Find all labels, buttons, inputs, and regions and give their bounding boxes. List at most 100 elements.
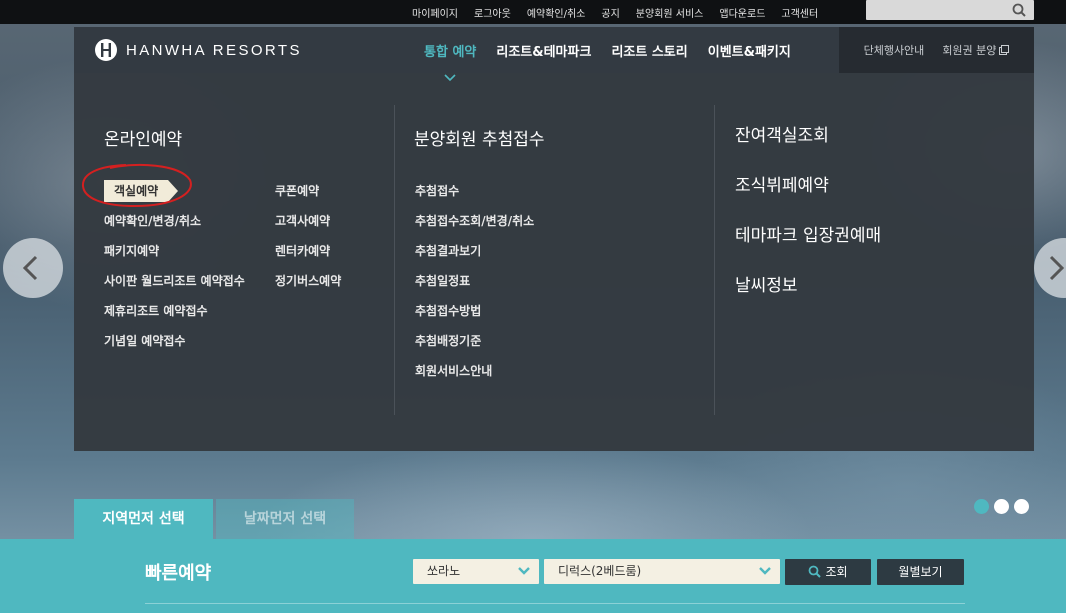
search-icon: [809, 565, 822, 578]
chevron-left-icon: [22, 255, 38, 281]
search-button[interactable]: 조회: [785, 559, 871, 585]
chevron-down-icon: [518, 567, 530, 575]
quick-reservation-title: 빠른예약: [145, 563, 212, 584]
utility-link-app-download[interactable]: 앱다운로드: [719, 5, 765, 20]
menu-item-regular-bus[interactable]: 정기버스예약: [275, 266, 341, 296]
lottery-check-link[interactable]: 추첨접수조회/변경/취소: [415, 214, 534, 228]
utility-link-logout[interactable]: 로그아웃: [474, 5, 511, 20]
themepark-ticket-link[interactable]: 테마파크 입장권예매: [735, 226, 881, 246]
lottery-list: 추첨접수 추첨접수조회/변경/취소 추첨결과보기 추첨일정표 추첨접수방법 추첨…: [415, 176, 534, 386]
external-link-icon: [999, 45, 1010, 55]
menu-item-member-service-guide[interactable]: 회원서비스안내: [415, 356, 534, 386]
carousel-dot[interactable]: [1014, 499, 1029, 514]
reservation-check-link[interactable]: 예약확인/변경/취소: [104, 214, 201, 228]
utility-link-customer-center[interactable]: 고객센터: [781, 5, 818, 20]
gnb-item-resort-story[interactable]: 리조트 스토리: [611, 41, 687, 60]
online-reservation-list-right: 쿠폰예약 고객사예약 렌터카예약 정기버스예약: [275, 176, 341, 296]
resort-select-value: 쏘라노: [427, 564, 461, 578]
gnb-item-integrated-reservation[interactable]: 통합 예약: [424, 41, 476, 60]
menu-item-rent-car[interactable]: 렌터카예약: [275, 236, 341, 266]
weather-link[interactable]: 날씨정보: [735, 276, 798, 296]
lottery-method-link[interactable]: 추첨접수방법: [415, 304, 481, 318]
room-type-select[interactable]: 디럭스(2베드룸): [544, 559, 780, 584]
menu-item-lottery-method[interactable]: 추첨접수방법: [415, 296, 534, 326]
member-service-guide-link[interactable]: 회원서비스안내: [415, 364, 492, 378]
menu-item-themepark-ticket[interactable]: 테마파크 입장권예매: [735, 221, 881, 271]
menu-item-lottery-schedule[interactable]: 추첨일정표: [415, 266, 534, 296]
menu-item-package-reservation[interactable]: 패키지예약: [104, 236, 245, 266]
menu-item-lottery-result[interactable]: 추첨결과보기: [415, 236, 534, 266]
utility-link-mypage[interactable]: 마이페이지: [412, 5, 458, 20]
membership-sale-link[interactable]: 회원권 분양: [942, 42, 1010, 58]
menu-item-room-reservation[interactable]: 객실예약: [104, 176, 245, 206]
room-type-select-value: 디럭스(2베드룸): [558, 564, 642, 578]
vacancy-link[interactable]: 잔여객실조회: [735, 126, 829, 146]
saipan-reservation-link[interactable]: 사이판 월드리조트 예약접수: [104, 274, 245, 288]
menu-item-coupon[interactable]: 쿠폰예약: [275, 176, 341, 206]
lottery-apply-link[interactable]: 추첨접수: [415, 184, 459, 198]
monthly-view-button[interactable]: 월별보기: [877, 559, 964, 585]
lottery-title: 분양회원 추첨접수: [414, 130, 545, 150]
tab-date-first[interactable]: 날짜먼저 선택: [216, 499, 354, 539]
chevron-down-icon: [759, 567, 771, 575]
online-reservation-list-left: 객실예약 예약확인/변경/취소 패키지예약 사이판 월드리조트 예약접수 제휴리…: [104, 176, 245, 356]
membership-sale-label: 회원권 분양: [942, 44, 997, 57]
rent-car-link[interactable]: 렌터카예약: [275, 244, 330, 258]
utility-link-reservation-check[interactable]: 예약확인/취소: [527, 5, 586, 20]
coupon-link[interactable]: 쿠폰예약: [275, 184, 319, 198]
carousel-dot[interactable]: [974, 499, 989, 514]
menu-item-weather[interactable]: 날씨정보: [735, 271, 881, 321]
menu-item-client-company[interactable]: 고객사예약: [275, 206, 341, 236]
menu-item-partner-resort[interactable]: 제휴리조트 예약접수: [104, 296, 245, 326]
chevron-down-icon: [444, 74, 456, 82]
package-reservation-link[interactable]: 패키지예약: [104, 244, 159, 258]
gnb-item-event-package[interactable]: 이벤트&패키지: [708, 41, 791, 60]
menu-item-anniversary[interactable]: 기념일 예약접수: [104, 326, 245, 356]
online-reservation-title: 온라인예약: [104, 130, 183, 150]
menu-item-lottery-check[interactable]: 추첨접수조회/변경/취소: [415, 206, 534, 236]
utility-links: 마이페이지 로그아웃 예약확인/취소 공지 분양회원 서비스 앱다운로드 고객센…: [404, 0, 826, 24]
menu-item-vacancy[interactable]: 잔여객실조회: [735, 121, 881, 171]
logo-text: HANWHA RESORTS: [126, 41, 302, 59]
carousel-prev-button[interactable]: [3, 238, 63, 298]
partner-resort-link[interactable]: 제휴리조트 예약접수: [104, 304, 208, 318]
resort-select[interactable]: 쏘라노: [413, 559, 539, 584]
tab-region-first[interactable]: 지역먼저 선택: [74, 499, 213, 539]
column-divider: [714, 105, 715, 415]
client-company-link[interactable]: 고객사예약: [275, 214, 330, 228]
regular-bus-link[interactable]: 정기버스예약: [275, 274, 341, 288]
search-input[interactable]: [866, 0, 1034, 20]
menu-item-reservation-check[interactable]: 예약확인/변경/취소: [104, 206, 245, 236]
anniversary-link[interactable]: 기념일 예약접수: [104, 334, 185, 348]
menu-item-lottery-apply[interactable]: 추첨접수: [415, 176, 534, 206]
menu-item-lottery-criteria[interactable]: 추첨배정기준: [415, 326, 534, 356]
other-services-list: 잔여객실조회 조식뷔페예약 테마파크 입장권예매 날씨정보: [735, 121, 881, 321]
chevron-right-icon: [1049, 255, 1065, 281]
room-reservation-link[interactable]: 객실예약: [104, 180, 179, 202]
menu-item-breakfast-buffet[interactable]: 조식뷔페예약: [735, 171, 881, 221]
hanwha-resorts-logo[interactable]: HANWHA RESORTS: [94, 38, 302, 62]
utility-link-member-service[interactable]: 분양회원 서비스: [636, 5, 704, 20]
carousel-pagination: [974, 499, 1034, 514]
mega-menu-panel: 온라인예약 객실예약 예약확인/변경/취소 패키지예약 사이판 월드리조트 예약…: [74, 73, 1034, 451]
quick-reservation-bar: 빠른예약 쏘라노 디럭스(2베드룸) 조회 월별보기: [0, 539, 1066, 613]
lottery-criteria-link[interactable]: 추첨배정기준: [415, 334, 481, 348]
utility-bar: 마이페이지 로그아웃 예약확인/취소 공지 분양회원 서비스 앱다운로드 고객센…: [0, 0, 1066, 24]
search-icon[interactable]: [1012, 3, 1026, 17]
lottery-result-link[interactable]: 추첨결과보기: [415, 244, 481, 258]
divider: [145, 603, 965, 604]
logo-mark-icon: [95, 39, 117, 61]
utility-link-notice[interactable]: 공지: [601, 5, 619, 20]
quick-reservation-tabs: 지역먼저 선택 날짜먼저 선택: [74, 499, 354, 539]
gnb-right-links: 단체행사안내 회원권 분양: [839, 27, 1034, 73]
lottery-schedule-link[interactable]: 추첨일정표: [415, 274, 470, 288]
gnb-item-resort-themepark[interactable]: 리조트&테마파크: [496, 41, 591, 60]
group-event-link[interactable]: 단체행사안내: [864, 42, 925, 58]
menu-item-saipan-reservation[interactable]: 사이판 월드리조트 예약접수: [104, 266, 245, 296]
search-button-label: 조회: [825, 565, 848, 579]
breakfast-buffet-link[interactable]: 조식뷔페예약: [735, 176, 829, 196]
carousel-dot[interactable]: [994, 499, 1009, 514]
main-navigation: HANWHA RESORTS 통합 예약 리조트&테마파크 리조트 스토리 이벤…: [74, 27, 1034, 73]
gnb-menu: 통합 예약 리조트&테마파크 리조트 스토리 이벤트&패키지: [414, 27, 801, 73]
column-divider: [394, 105, 395, 415]
